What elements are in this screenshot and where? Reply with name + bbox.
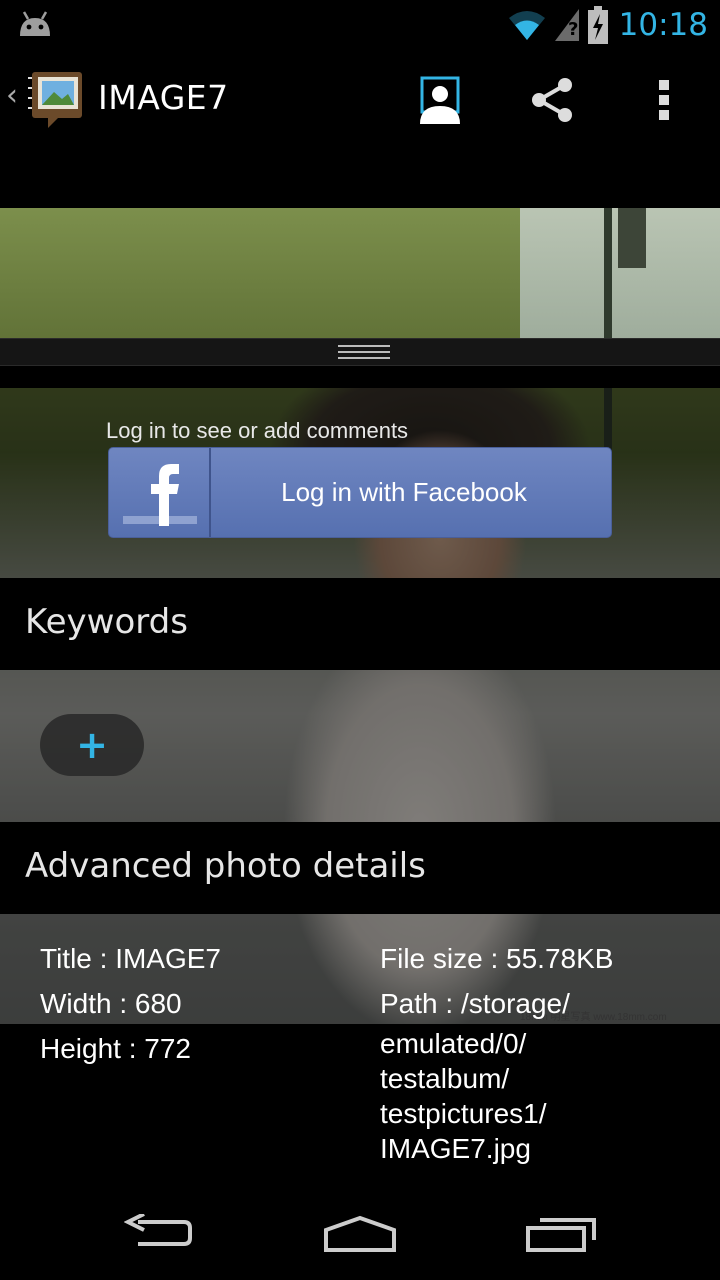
add-keyword-button[interactable]: + <box>40 714 144 776</box>
login-prompt: Log in to see or add comments <box>106 418 409 443</box>
details-left-column: Title : IMAGE7 Width : 680 Height : 772 <box>40 936 221 1071</box>
overflow-menu-icon <box>659 80 669 120</box>
overflow-menu-button[interactable] <box>634 72 694 128</box>
panel-drag-handle[interactable] <box>0 338 720 366</box>
battery-charging-icon <box>587 6 608 44</box>
details-right-column: File size : 55.78KB Path : /storage/ emu… <box>380 936 613 1166</box>
keywords-heading: Keywords <box>25 602 188 642</box>
detail-path: testpictures1/ <box>380 1098 547 1129</box>
detail-width: Width : 680 <box>40 988 182 1019</box>
detail-height: Height : 772 <box>40 1033 191 1064</box>
detail-file-size: File size : 55.78KB <box>380 943 614 974</box>
facebook-login-label: Log in with Facebook <box>281 477 527 507</box>
recents-button[interactable] <box>516 1206 606 1262</box>
facebook-login-button[interactable]: Log in with Facebook <box>108 447 612 538</box>
status-bar: ? 10:18 <box>0 0 720 50</box>
action-bar: ‹ IMAGE7 <box>0 50 720 146</box>
page-title: IMAGE7 <box>98 78 229 117</box>
detail-path: Path : /storage/ <box>380 988 570 1019</box>
share-icon <box>532 78 572 122</box>
home-icon <box>324 1215 396 1252</box>
facebook-logo-icon <box>109 448 211 537</box>
chevron-left-icon: ‹ <box>6 78 18 113</box>
app-album-icon <box>28 72 82 128</box>
detail-title: Title : IMAGE7 <box>40 943 222 974</box>
status-clock: 10:18 <box>618 7 708 43</box>
grip-icon <box>338 345 390 359</box>
recents-icon <box>526 1218 596 1252</box>
svg-text:?: ? <box>568 19 578 40</box>
plus-icon: + <box>76 723 108 767</box>
detail-path: emulated/0/ <box>380 1028 527 1059</box>
back-icon <box>124 1214 192 1246</box>
detail-path: testalbum/ <box>380 1063 510 1094</box>
share-button[interactable] <box>522 72 582 128</box>
person-tag-icon <box>420 76 460 124</box>
wifi-icon <box>508 11 545 40</box>
home-button[interactable] <box>315 1206 405 1262</box>
detail-path: IMAGE7.jpg <box>380 1133 531 1164</box>
tag-person-button[interactable] <box>410 72 470 128</box>
advanced-details-heading: Advanced photo details <box>25 846 426 886</box>
signal-unknown-icon: ? <box>554 9 579 41</box>
back-button[interactable] <box>114 1206 204 1262</box>
android-debug-icon <box>20 11 50 36</box>
navigation-bar <box>0 1184 720 1280</box>
